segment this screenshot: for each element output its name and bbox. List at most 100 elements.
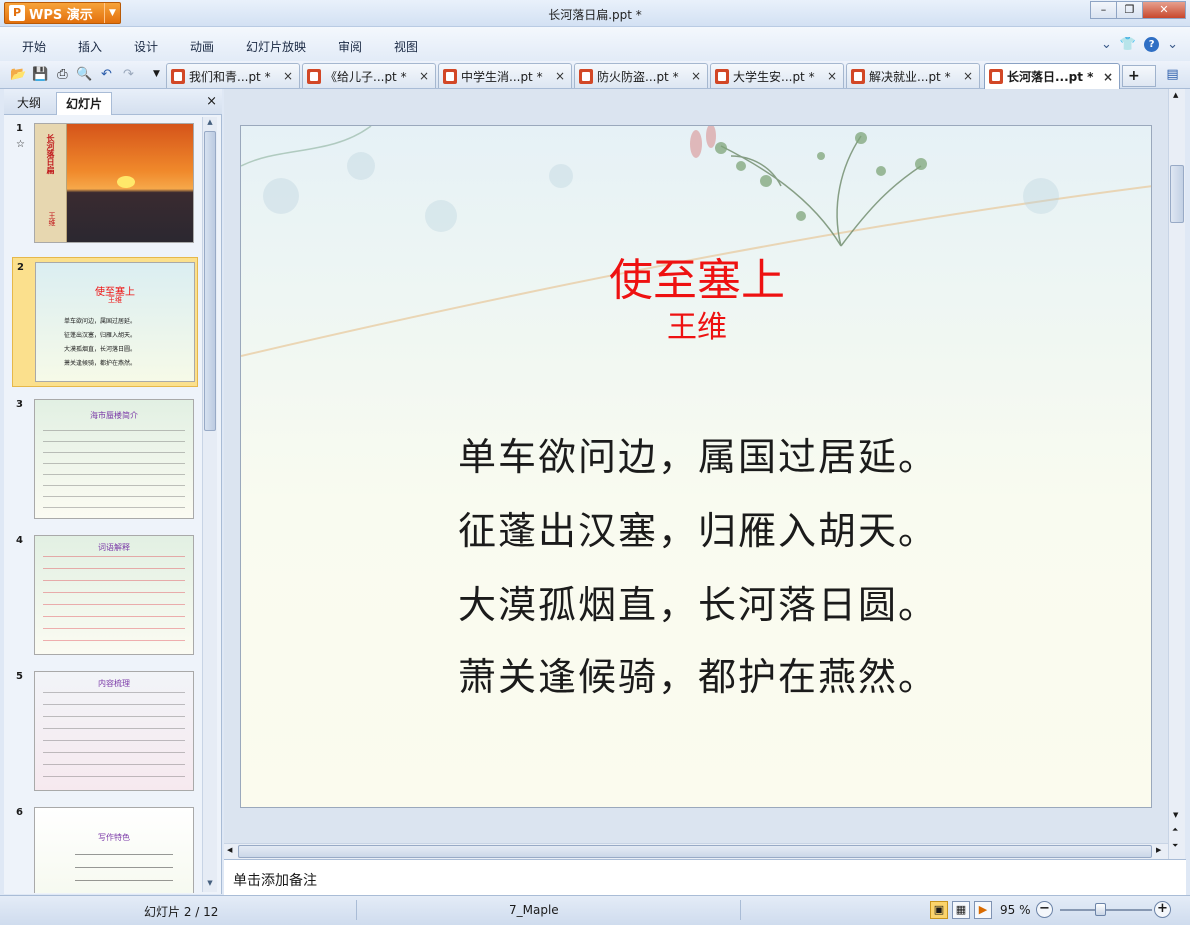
menu-home[interactable]: 开始 [22, 38, 46, 55]
close-tab-icon[interactable]: × [963, 69, 973, 83]
doc-tab[interactable]: 我们和青...pt * × [166, 63, 300, 88]
normal-view-icon: ▣ [933, 903, 945, 916]
window-controls: – ❐ ✕ [1090, 1, 1186, 19]
thumb-title: 词语解释 [98, 543, 130, 552]
redo-icon[interactable]: ↷ [120, 66, 137, 83]
poem-line-2[interactable]: 征蓬出汉塞，归雁入胡天。 [458, 500, 938, 555]
previous-slide-icon[interactable]: ⏶ [1172, 825, 1178, 835]
close-tab-icon[interactable]: × [419, 69, 429, 83]
menu-insert[interactable]: 插入 [78, 38, 102, 55]
status-divider [740, 900, 741, 920]
help-icon[interactable]: ? [1144, 37, 1160, 52]
doc-tab-label: 长河落日...pt * [1007, 70, 1094, 84]
slide-number: 6 [16, 807, 23, 818]
menu-view[interactable]: 视图 [394, 38, 418, 55]
slide-title[interactable]: 使至塞上 [241, 244, 1151, 308]
restore-button[interactable]: ❐ [1116, 1, 1143, 19]
thumb-body-text [43, 692, 185, 782]
poem-line-3[interactable]: 大漠孤烟直，长河落日圆。 [458, 574, 938, 629]
zoom-out-button[interactable]: − [1036, 901, 1053, 918]
close-tab-icon[interactable]: × [691, 69, 701, 83]
print-preview-icon[interactable]: 🔍 [76, 66, 93, 83]
close-tab-icon[interactable]: × [555, 69, 565, 83]
poem-line-1[interactable]: 单车欲问边，属国过居延。 [458, 426, 938, 481]
scroll-left-icon[interactable]: ◀ [227, 846, 232, 854]
thumb-line: 单车欲问边，属国过居延。 [64, 318, 137, 325]
menu-review[interactable]: 审阅 [338, 38, 362, 55]
minimize-button[interactable]: – [1090, 1, 1117, 19]
undo-icon[interactable]: ↶ [98, 66, 115, 83]
thumb-body-text [75, 854, 173, 884]
close-tab-icon[interactable]: × [1103, 70, 1113, 84]
customize-toolbar-icon[interactable]: ▼ [148, 66, 165, 83]
slide-author[interactable]: 王维 [241, 302, 1151, 346]
tab-outline[interactable]: 大纲 [8, 92, 50, 115]
thumb-title: 长河落日扁 [46, 134, 55, 174]
slide-thumbnail-3[interactable]: 3 海市蜃楼简介 [12, 395, 198, 521]
new-tab-button[interactable]: + ▼ [1122, 65, 1156, 102]
scroll-right-icon[interactable]: ▶ [1156, 846, 1161, 854]
thumb-body-text [43, 430, 185, 508]
slide-thumbnail-4[interactable]: 4 词语解释 [12, 531, 198, 657]
close-tab-icon[interactable]: × [283, 69, 293, 83]
scroll-up-icon[interactable]: ▲ [1173, 91, 1178, 99]
slide-thumbnail-5[interactable]: 5 内容梳理 [12, 667, 198, 793]
skin-shirt-icon[interactable]: 👕 [1120, 37, 1136, 52]
slide-thumbnail-1[interactable]: 1 ☆ 长河落日扁 王维 [12, 119, 198, 245]
slide-sorter-button[interactable]: ▦ [952, 901, 970, 919]
thumbnail-scrollbar[interactable]: ▲ ▼ [202, 117, 217, 892]
ppt-file-icon [307, 68, 321, 84]
doc-tab[interactable]: 防火防盗...pt * × [574, 63, 708, 88]
close-panel-icon[interactable]: × [206, 94, 217, 109]
scroll-banner: 长河落日扁 王维 [35, 124, 67, 242]
doc-tab[interactable]: 中学生消...pt * × [438, 63, 572, 88]
slide-editor: 使至塞上 王维 单车欲问边，属国过居延。 征蓬出汉塞，归雁入胡天。 大漠孤烟直，… [224, 89, 1170, 859]
main-vertical-scrollbar[interactable]: ▲ ▼ ⏶ ⏷ [1168, 89, 1185, 859]
thumb-poem: 单车欲问边，属国过居延。 征蓬出汉塞，归雁入胡天。 大漠孤烟直，长河落日圆。 萧… [64, 315, 136, 371]
plus-icon: + [1157, 901, 1168, 916]
minus-icon: − [1039, 901, 1050, 916]
scroll-down-icon[interactable]: ▼ [203, 879, 217, 891]
notes-placeholder[interactable]: 单击添加备注 [233, 870, 317, 890]
thumb-author: 王维 [108, 296, 122, 304]
current-slide[interactable]: 使至塞上 王维 单车欲问边，属国过居延。 征蓬出汉塞，归雁入胡天。 大漠孤烟直，… [240, 125, 1152, 808]
doc-tab[interactable]: 解决就业...pt * × [846, 63, 980, 88]
chevron-down-icon[interactable]: ⌄ [1101, 37, 1112, 52]
menu-right-tools: ⌄ 👕 ? ⌄ [1101, 37, 1178, 52]
animation-star-icon: ☆ [16, 139, 25, 150]
print-icon[interactable]: ⎙ [54, 66, 71, 83]
doc-tab-label: 防火防盗...pt * [597, 69, 679, 84]
next-slide-icon[interactable]: ⏷ [1172, 841, 1178, 851]
menu-slideshow[interactable]: 幻灯片放映 [246, 38, 306, 55]
window-layout-icon[interactable]: ▤ [1164, 66, 1181, 83]
menu-animation[interactable]: 动画 [190, 38, 214, 55]
scrollbar-thumb[interactable] [204, 131, 216, 431]
close-tab-icon[interactable]: × [827, 69, 837, 83]
slideshow-button[interactable]: ▶ [974, 901, 992, 919]
poem-line-4[interactable]: 萧关逢候骑，都护在燕然。 [458, 646, 938, 701]
zoom-in-button[interactable]: + [1154, 901, 1171, 918]
zoom-slider-track[interactable] [1060, 909, 1152, 911]
close-window-button[interactable]: ✕ [1142, 1, 1186, 19]
doc-tab-active[interactable]: 长河落日...pt * × [984, 63, 1120, 89]
save-icon[interactable]: 💾 [32, 66, 49, 83]
scroll-down-icon[interactable]: ▼ [1173, 811, 1178, 819]
menu-design[interactable]: 设计 [134, 38, 158, 55]
scrollbar-thumb[interactable] [1170, 165, 1184, 223]
doc-tab[interactable]: 大学生安...pt * × [710, 63, 844, 88]
ppt-file-icon [443, 68, 457, 84]
ppt-file-icon [171, 68, 185, 84]
zoom-slider-handle[interactable] [1095, 903, 1106, 916]
notes-pane[interactable]: 单击添加备注 [224, 859, 1186, 895]
chevron-down-icon[interactable]: ⌄ [1167, 37, 1178, 52]
tab-slides[interactable]: 幻灯片 [56, 92, 113, 115]
doc-tab[interactable]: 《给儿子...pt * × [302, 63, 436, 88]
thumb-title: 内容梳理 [98, 679, 130, 688]
slide-thumbnail-2[interactable]: 2 使至塞上 王维 单车欲问边，属国过居延。 征蓬出汉塞，归雁入胡天。 大漠孤烟… [12, 257, 198, 387]
open-folder-icon[interactable]: 📂 [10, 66, 27, 83]
normal-view-button[interactable]: ▣ [930, 901, 948, 919]
scrollbar-thumb[interactable] [238, 845, 1152, 858]
scroll-up-icon[interactable]: ▲ [203, 118, 217, 130]
slide-thumbnail-6[interactable]: 6 写作特色 [12, 803, 198, 893]
main-horizontal-scrollbar[interactable]: ◀ ▶ [224, 843, 1168, 859]
